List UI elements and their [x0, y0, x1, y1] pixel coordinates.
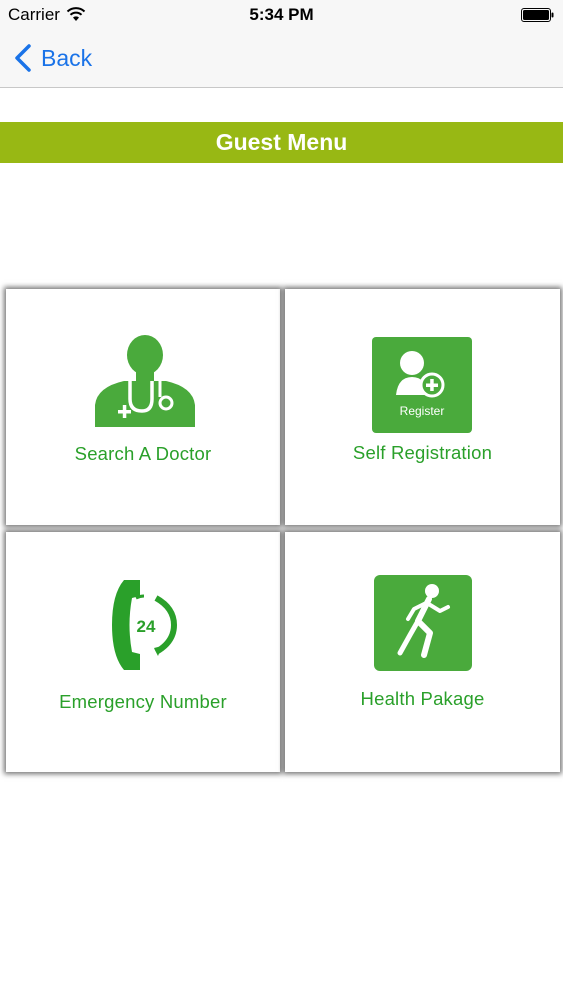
register-user-icon: Register	[372, 337, 472, 433]
self-registration-label: Self Registration	[352, 442, 493, 463]
status-time: 5:34 PM	[249, 5, 314, 24]
status-bar: Carrier 5:34 PM	[0, 0, 563, 30]
runner-icon	[374, 575, 472, 671]
register-icon-text: Register	[400, 404, 445, 418]
back-label: Back	[41, 44, 93, 71]
battery-icon	[521, 8, 554, 22]
navigation-bar: Back	[0, 30, 563, 88]
self-registration-tile[interactable]: Register Self Registration	[285, 289, 560, 525]
phone-24-text: 24	[137, 617, 156, 636]
emergency-number-tile[interactable]: 24 Emergency Number	[6, 532, 280, 772]
phone-24-icon: 24	[112, 580, 178, 670]
health-package-label: Health Pakage	[360, 688, 485, 709]
emergency-number-label: Emergency Number	[59, 691, 227, 712]
search-doctor-tile[interactable]: Search A Doctor	[6, 289, 280, 525]
page-title: Guest Menu	[0, 122, 563, 163]
search-doctor-label: Search A Doctor	[74, 443, 212, 464]
health-package-tile[interactable]: Health Pakage	[285, 532, 560, 772]
chevron-left-icon	[15, 44, 31, 72]
doctor-stethoscope-icon	[95, 335, 195, 427]
back-button[interactable]: Back	[14, 41, 92, 75]
